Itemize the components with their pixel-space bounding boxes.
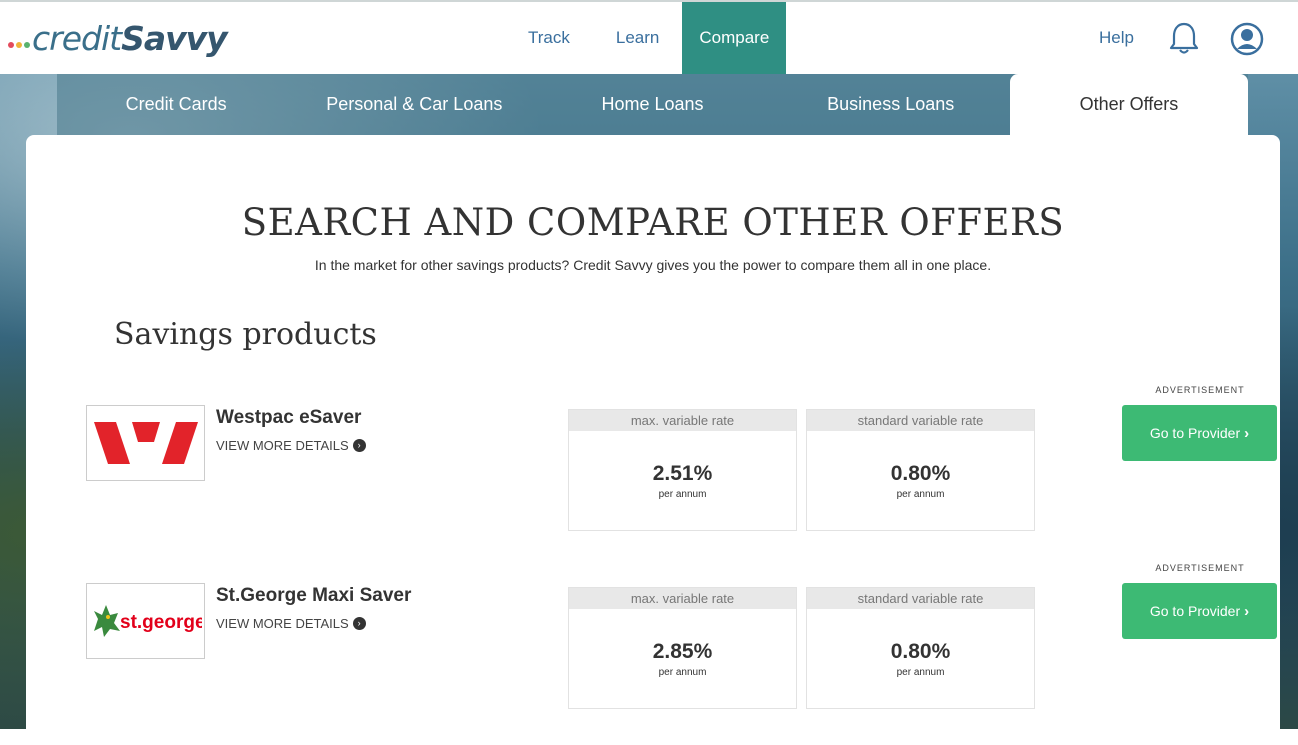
main-nav: Track Learn Compare — [505, 2, 787, 74]
westpac-logo — [86, 405, 205, 481]
stgeorge-logo-icon: st.george — [93, 605, 202, 637]
chevron-right-circle-icon: › — [352, 439, 366, 452]
advertisement-label: ADVERTISEMENT — [1155, 563, 1245, 573]
standard-rate-box: standard variable rate 0.80% per annum — [806, 409, 1035, 531]
standard-rate-value: 0.80% — [890, 640, 951, 663]
view-more-details-link[interactable]: VIEW MORE DETAILS › — [216, 616, 366, 631]
go-to-provider-button[interactable]: Go to Provider › — [1122, 583, 1277, 639]
max-rate-unit: per annum — [658, 489, 707, 500]
chevron-right-circle-icon: › — [352, 617, 366, 630]
bell-icon[interactable] — [1166, 20, 1202, 56]
max-rate-value: 2.51% — [652, 462, 713, 485]
view-more-details-link[interactable]: VIEW MORE DETAILS › — [216, 438, 366, 453]
max-rate-label: max. variable rate — [569, 410, 796, 431]
tab-other-offers[interactable]: Other Offers — [1009, 74, 1249, 135]
page-title: SEARCH AND COMPARE OTHER OFFERS — [241, 201, 1065, 244]
view-more-label: VIEW MORE DETAILS — [216, 616, 349, 631]
standard-rate-label: standard variable rate — [807, 588, 1034, 609]
standard-rate-unit: per annum — [896, 667, 945, 678]
user-account-icon[interactable] — [1230, 22, 1264, 56]
go-to-provider-button[interactable]: Go to Provider › — [1122, 405, 1277, 461]
offer-card: ADVERTISEMENT st.george St.George Maxi S… — [86, 563, 1277, 709]
tab-credit-cards[interactable]: Credit Cards — [57, 74, 295, 135]
nav-compare[interactable]: Compare — [682, 2, 787, 74]
nav-track[interactable]: Track — [505, 2, 593, 74]
offer-name: Westpac eSaver — [216, 407, 362, 428]
tab-home-loans[interactable]: Home Loans — [533, 74, 771, 135]
standard-rate-box: standard variable rate 0.80% per annum — [806, 587, 1035, 709]
go-to-provider-label: Go to Provider — [1149, 425, 1241, 441]
help-link[interactable]: Help — [1099, 2, 1134, 74]
max-rate-value: 2.85% — [652, 640, 713, 663]
stgeorge-logo: st.george — [86, 583, 205, 659]
nav-learn[interactable]: Learn — [593, 2, 682, 74]
view-more-label: VIEW MORE DETAILS — [216, 438, 349, 453]
max-rate-box: max. variable rate 2.51% per annum — [568, 409, 797, 531]
standard-rate-unit: per annum — [896, 489, 945, 500]
westpac-logo-icon — [93, 422, 198, 464]
logo-dots-icon — [8, 42, 30, 48]
go-to-provider-label: Go to Provider — [1149, 603, 1241, 619]
max-rate-box: max. variable rate 2.85% per annum — [568, 587, 797, 709]
svg-text:st.george: st.george — [120, 612, 202, 633]
top-bar: creditSavvy Track Learn Compare Help — [0, 0, 1298, 74]
credit-savvy-logo[interactable]: creditSavvy — [8, 16, 228, 60]
logo-wordmark: creditSavvy — [32, 18, 228, 58]
max-rate-unit: per annum — [658, 667, 707, 678]
offer-name: St.George Maxi Saver — [216, 585, 412, 606]
chevron-right-icon: › — [1244, 602, 1250, 620]
compare-subnav: Credit Cards Personal & Car Loans Home L… — [57, 74, 1249, 135]
page-subtitle: In the market for other savings products… — [314, 257, 992, 273]
tab-personal-car-loans[interactable]: Personal & Car Loans — [295, 74, 533, 135]
standard-rate-value: 0.80% — [890, 462, 951, 485]
section-title: Savings products — [114, 317, 377, 352]
content-panel: SEARCH AND COMPARE OTHER OFFERS In the m… — [26, 135, 1280, 745]
tab-business-loans[interactable]: Business Loans — [772, 74, 1010, 135]
advertisement-label: ADVERTISEMENT — [1155, 385, 1245, 395]
offer-card: ADVERTISEMENT Westpac eSaver VIEW MORE D… — [86, 385, 1277, 531]
standard-rate-label: standard variable rate — [807, 410, 1034, 431]
max-rate-label: max. variable rate — [569, 588, 796, 609]
chevron-right-icon: › — [1244, 424, 1250, 442]
